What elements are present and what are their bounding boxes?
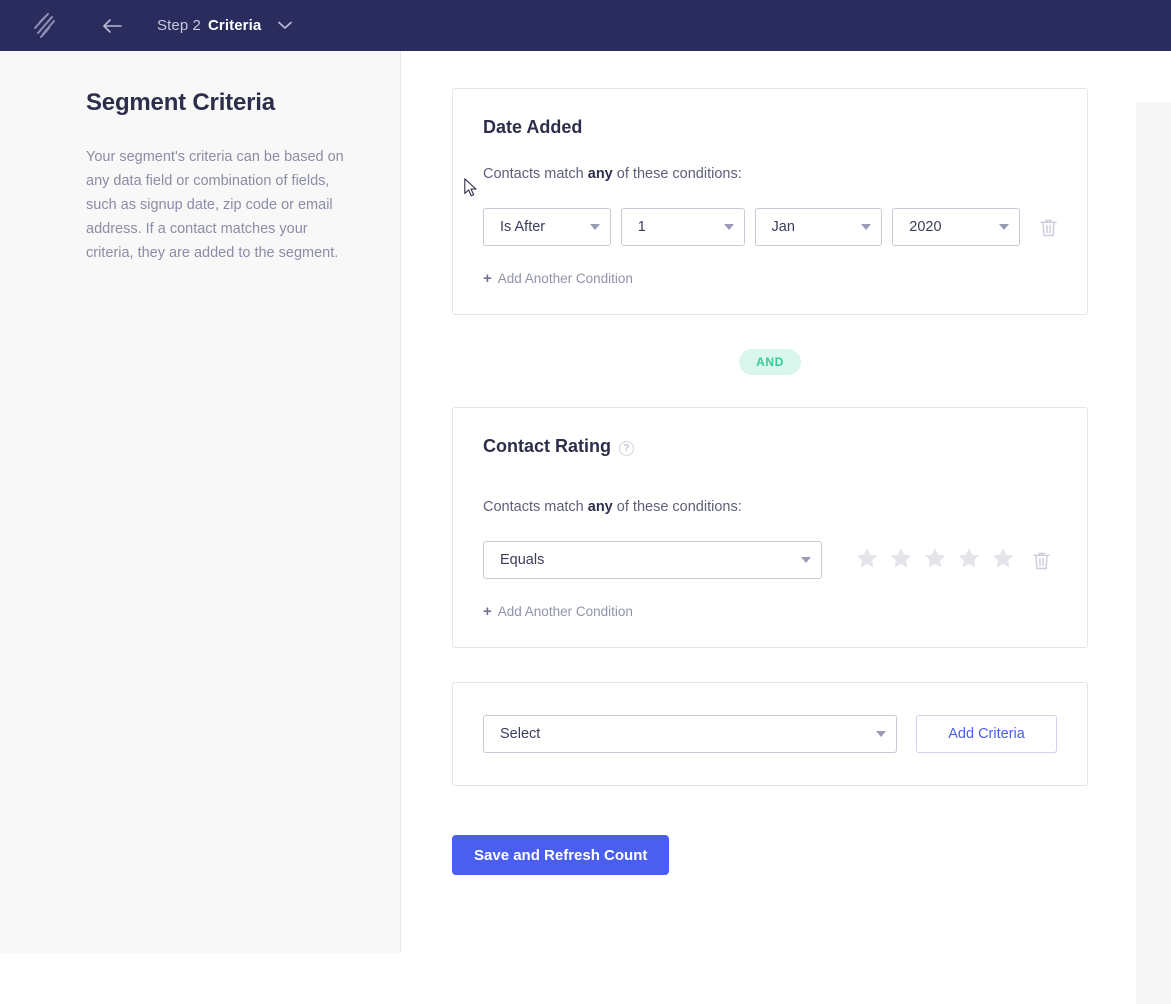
criteria-type-select[interactable]: Select [483,715,898,753]
criteria-card-contact-rating: Contact Rating ? Contacts match any of t… [452,407,1088,648]
condition-row: Equals [483,541,1057,579]
star-icon[interactable] [856,547,878,573]
main-content: Date Added Contacts match any of these c… [401,51,1171,953]
match-suffix: of these conditions: [612,166,742,182]
add-criteria-button[interactable]: Add Criteria [916,715,1057,753]
and-operator-badge[interactable]: AND [739,349,801,375]
star-icon[interactable] [924,547,946,573]
match-prefix: Contacts match [483,499,588,515]
step-number-label: Step 2 [157,17,201,34]
chevron-down-icon [801,557,811,563]
star-icon[interactable] [992,547,1014,573]
add-another-condition-link[interactable]: + Add Another Condition [483,270,633,287]
operator-select[interactable]: Is After [483,208,611,246]
plus-icon: + [483,270,492,287]
operator-select[interactable]: Equals [483,541,822,579]
star-icon[interactable] [890,547,912,573]
month-select[interactable]: Jan [754,208,883,246]
card-title: Date Added [483,117,1057,138]
trash-icon[interactable] [1033,551,1050,570]
rating-stars[interactable] [856,547,1014,573]
save-and-refresh-count-button[interactable]: Save and Refresh Count [452,835,670,875]
chevron-down-icon [723,224,734,230]
activecampaign-logo-icon[interactable] [28,11,62,41]
step-name-label: Criteria [207,17,262,34]
vertical-scrollbar[interactable] [1136,102,1171,1004]
year-select-value: 2020 [909,219,942,235]
condition-row: Is After 1 Jan 2020 [483,208,1057,246]
operator-select-value: Equals [500,552,545,568]
plus-icon: + [483,603,492,620]
match-conditions-label: Contacts match any of these conditions: [483,499,1057,515]
step-breadcrumb[interactable]: Step 2 Criteria [157,17,293,34]
day-select-value: 1 [637,219,646,235]
operator-select-value: Is After [500,219,546,235]
card-title-text: Date Added [483,117,583,137]
card-title-text: Contact Rating [483,436,611,456]
trash-icon[interactable] [1040,218,1057,237]
footer-actions: Save and Refresh Count [452,835,1171,875]
add-another-condition-label: Add Another Condition [497,604,633,619]
criteria-card-date-added: Date Added Contacts match any of these c… [452,88,1088,315]
page-description: Your segment's criteria can be based on … [86,149,344,261]
match-emphasis: any [587,499,613,515]
sidebar: Segment Criteria Your segment's criteria… [0,51,401,953]
top-bar: Step 2 Criteria [0,0,1171,51]
chevron-down-icon [876,731,887,737]
match-emphasis: any [587,166,613,182]
match-prefix: Contacts match [483,166,588,182]
match-conditions-label: Contacts match any of these conditions: [483,166,1057,182]
back-arrow-icon[interactable] [100,14,124,38]
help-circle-icon[interactable]: ? [619,441,634,456]
year-select[interactable]: 2020 [892,208,1020,246]
chevron-down-icon [861,224,872,230]
chevron-down-icon[interactable] [278,21,293,30]
criteria-type-select-value: Select [500,726,541,742]
add-another-condition-label: Add Another Condition [497,271,633,286]
star-icon[interactable] [958,547,980,573]
day-select[interactable]: 1 [620,208,745,246]
chevron-down-icon [999,224,1009,230]
operator-badge-row: AND [452,349,1088,375]
add-criteria-panel: Select Add Criteria [452,682,1088,786]
page-body: Segment Criteria Your segment's criteria… [0,51,1171,1004]
match-suffix: of these conditions: [612,499,742,515]
card-title: Contact Rating ? [483,436,1057,457]
page-title: Segment Criteria [86,89,275,116]
add-another-condition-link[interactable]: + Add Another Condition [483,603,633,620]
chevron-down-icon [589,224,600,230]
month-select-value: Jan [771,219,795,235]
